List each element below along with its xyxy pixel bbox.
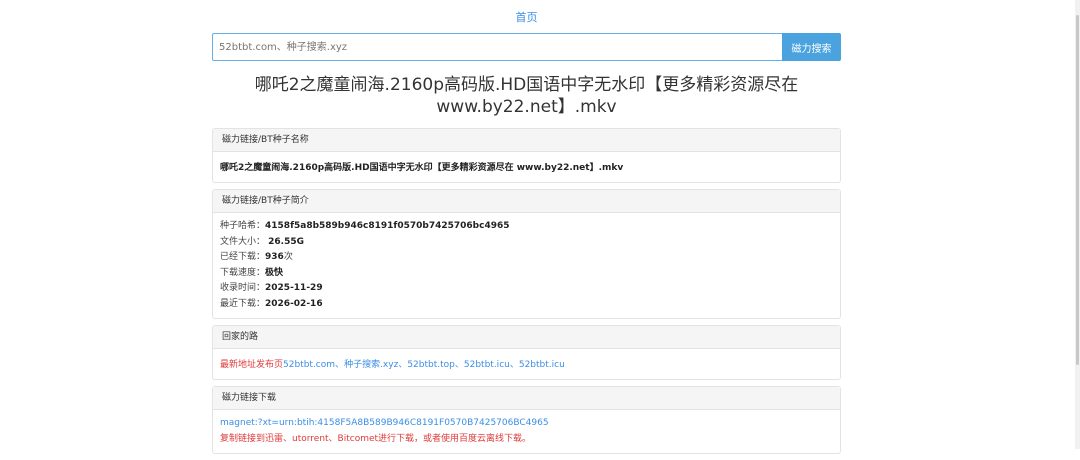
scrollbar-thumb[interactable] — [1076, 15, 1079, 365]
info-row-size: 文件大小： 26.55G — [220, 235, 833, 251]
home-panel: 回家的路 最新地址发布页52btbt.com、种子搜索.xyz、52btbt.t… — [212, 325, 841, 380]
name-panel: 磁力链接/BT种子名称 哪吒2之魔童闹海.2160p高码版.HD国语中字无水印【… — [212, 128, 841, 183]
home-link[interactable]: 首页 — [212, 11, 841, 25]
info-row-hash: 种子哈希：4158f5a8b589b946c8191f0570b7425706b… — [220, 219, 833, 235]
download-panel-heading: 磁力链接下载 — [213, 387, 840, 410]
info-value: 2026-02-16 — [265, 298, 323, 309]
page-scrollbar[interactable] — [1075, 0, 1080, 449]
search-input[interactable] — [212, 33, 782, 61]
torrent-name: 哪吒2之魔童闹海.2160p高码版.HD国语中字无水印【更多精彩资源尽在 www… — [220, 163, 624, 173]
info-row-speed: 下载速度：极快 — [220, 266, 833, 282]
info-value: 2025-11-29 — [265, 283, 323, 293]
separator: 、 — [454, 360, 464, 370]
mirror-link[interactable]: 种子搜索.xyz — [344, 360, 398, 370]
info-panel-heading: 磁力链接/BT种子简介 — [213, 190, 840, 213]
mirror-link[interactable]: 52btbt.top — [407, 360, 455, 370]
info-row-downloads: 已经下载：936次 — [220, 250, 833, 266]
info-row-last-download: 最近下载：2026-02-16 — [220, 297, 833, 313]
separator: 、 — [335, 360, 345, 370]
magnet-link[interactable]: magnet:?xt=urn:btih:4158F5A8B589B946C819… — [220, 418, 549, 428]
info-panel: 磁力链接/BT种子简介 种子哈希：4158f5a8b589b946c8191f0… — [212, 189, 841, 319]
info-value: 26.55G — [265, 236, 305, 247]
info-suffix: 次 — [283, 252, 293, 262]
separator: 、 — [398, 360, 408, 370]
download-note: 复制链接到迅雷、utorrent、Bitcomet进行下载，或者使用百度云离线下… — [220, 433, 532, 444]
mirror-link[interactable]: 52btbt.icu — [464, 360, 510, 370]
info-label: 已经下载： — [220, 252, 266, 262]
info-label: 最近下载： — [220, 298, 266, 309]
mirror-link[interactable]: 52btbt.icu — [519, 360, 565, 370]
home-panel-heading: 回家的路 — [213, 326, 840, 349]
home-prefix: 最新地址发布页 — [220, 360, 284, 370]
mirror-link[interactable]: 52btbt.com — [283, 360, 335, 370]
page-title: 哪吒2之魔童闹海.2160p高码版.HD国语中字无水印【更多精彩资源尽在www.… — [254, 75, 799, 117]
info-label: 收录时间： — [220, 283, 266, 293]
download-panel: 磁力链接下载 magnet:?xt=urn:btih:4158F5A8B589B… — [212, 386, 841, 454]
info-value: 936 — [265, 252, 284, 262]
info-value: 极快 — [265, 267, 284, 278]
magnet-search-button[interactable]: 磁力搜索 — [782, 33, 841, 61]
separator: 、 — [509, 360, 519, 370]
name-panel-heading: 磁力链接/BT种子名称 — [213, 129, 840, 152]
search-bar: 磁力搜索 — [212, 33, 841, 61]
info-label: 种子哈希： — [220, 221, 266, 231]
page-container: 首页 磁力搜索 哪吒2之魔童闹海.2160p高码版.HD国语中字无水印【更多精彩… — [212, 0, 841, 460]
info-label: 文件大小： — [220, 236, 266, 247]
info-label: 下载速度： — [220, 267, 266, 278]
info-row-indexed: 收录时间：2025-11-29 — [220, 281, 833, 297]
info-value: 4158f5a8b589b946c8191f0570b7425706bc4965 — [265, 221, 510, 231]
